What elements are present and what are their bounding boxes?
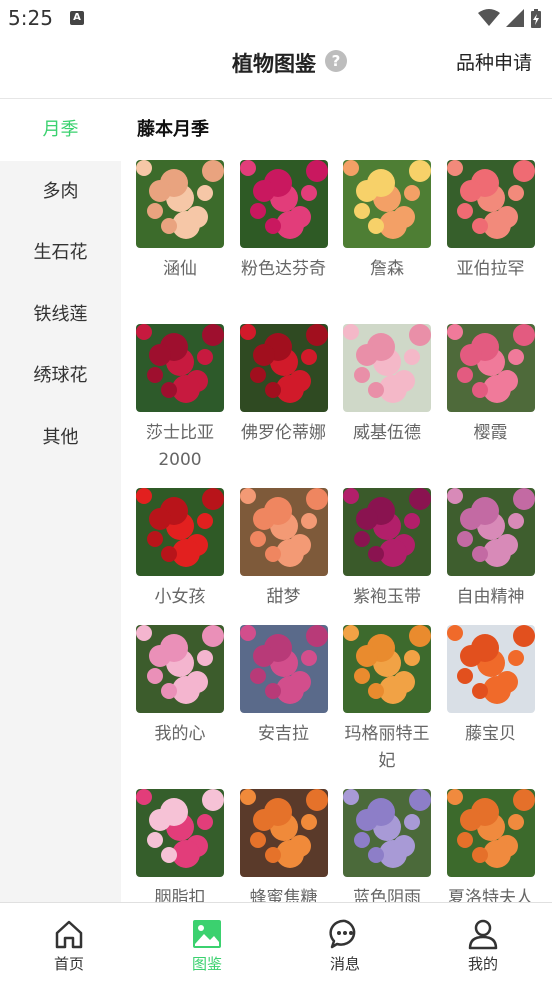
variety-card[interactable]: 佛罗伦蒂娜 bbox=[239, 324, 328, 488]
variety-photo bbox=[343, 324, 431, 412]
nav-label: 消息 bbox=[329, 955, 360, 973]
variety-name: 亚伯拉罕 bbox=[456, 259, 525, 279]
variety-photo bbox=[136, 324, 224, 412]
variety-card[interactable]: 威基伍德 bbox=[343, 324, 431, 488]
variety-card[interactable]: 小女孩 bbox=[136, 488, 224, 625]
variety-card[interactable]: 粉色达芬奇 bbox=[239, 160, 328, 324]
variety-name: 夏洛特夫人 bbox=[448, 888, 533, 902]
variety-grid: 涵仙 粉色达芬奇 詹森 亚伯拉罕莎士比亚2000 佛罗伦蒂娜 威基伍德 樱霞小女孩 甜梦 紫袍玉… bbox=[136, 160, 546, 902]
variety-photo bbox=[446, 160, 535, 248]
variety-card[interactable]: 蜂蜜焦糖 bbox=[239, 789, 328, 902]
sidebar-item-1[interactable]: 多肉 bbox=[0, 161, 121, 223]
sidebar-item-5[interactable]: 其他 bbox=[0, 407, 121, 469]
variety-content: 藤本月季 涵仙 粉色达芬奇 詹森 亚伯拉罕莎士比亚2000 佛罗伦蒂娜 威基伍德 樱霞小女孩… bbox=[121, 99, 552, 902]
variety-apply-button[interactable]: 品种申请 bbox=[456, 48, 532, 75]
nav-label: 我的 bbox=[467, 955, 498, 973]
variety-photo bbox=[239, 488, 328, 576]
page-title: 植物图鉴 bbox=[232, 52, 316, 76]
variety-name: 紫袍玉带 bbox=[353, 587, 421, 607]
variety-name: 蜂蜜焦糖 bbox=[249, 888, 318, 902]
variety-photo bbox=[343, 789, 431, 877]
variety-photo bbox=[136, 625, 224, 713]
variety-photo bbox=[239, 160, 328, 248]
sidebar-item-0[interactable]: 月季 bbox=[0, 99, 121, 161]
variety-name: 我的心 bbox=[154, 724, 206, 744]
variety-name: 佛罗伦蒂娜 bbox=[241, 423, 326, 443]
variety-card[interactable]: 樱霞 bbox=[446, 324, 535, 488]
sidebar-item-3[interactable]: 铁线莲 bbox=[0, 284, 121, 346]
chat-icon bbox=[329, 919, 356, 949]
variety-name: 樱霞 bbox=[473, 423, 508, 443]
variety-card[interactable]: 自由精神 bbox=[446, 488, 535, 625]
variety-photo bbox=[136, 488, 224, 576]
variety-name: 甜梦 bbox=[266, 587, 301, 607]
variety-card[interactable]: 安吉拉 bbox=[239, 625, 328, 789]
section-title: 藤本月季 bbox=[137, 119, 209, 140]
variety-name: 安吉拉 bbox=[258, 724, 309, 744]
variety-name: 詹森 bbox=[370, 259, 404, 279]
variety-photo bbox=[446, 488, 535, 576]
variety-card[interactable]: 藤宝贝 bbox=[446, 625, 535, 789]
nav-tab-2[interactable]: 消息 bbox=[276, 903, 414, 985]
variety-photo bbox=[446, 789, 535, 877]
sidebar-item-2[interactable]: 生石花 bbox=[0, 222, 121, 284]
wifi-icon bbox=[478, 9, 500, 26]
variety-name: 胭脂扣 bbox=[154, 888, 206, 902]
variety-photo bbox=[446, 625, 535, 713]
nav-tab-3[interactable]: 我的 bbox=[414, 903, 552, 985]
variety-card[interactable]: 夏洛特夫人 bbox=[446, 789, 535, 902]
variety-name: 涵仙 bbox=[163, 259, 197, 279]
variety-name: 小女孩 bbox=[154, 587, 206, 607]
variety-name: 自由精神 bbox=[456, 587, 525, 607]
variety-name: 莎士比亚2000 bbox=[146, 423, 214, 470]
variety-card[interactable]: 蓝色阴雨 bbox=[343, 789, 431, 902]
gallery-icon bbox=[193, 920, 221, 948]
signal-icon bbox=[506, 9, 524, 27]
variety-photo bbox=[343, 625, 431, 713]
battery-icon bbox=[531, 9, 541, 28]
help-icon[interactable]: ? bbox=[325, 50, 347, 72]
variety-photo bbox=[343, 488, 431, 576]
variety-name: 威基伍德 bbox=[353, 423, 421, 443]
sidebar-item-4[interactable]: 绣球花 bbox=[0, 345, 121, 407]
variety-card[interactable]: 亚伯拉罕 bbox=[446, 160, 535, 324]
variety-card[interactable]: 我的心 bbox=[136, 625, 224, 789]
variety-card[interactable]: 詹森 bbox=[343, 160, 431, 324]
variety-name: 藤宝贝 bbox=[465, 724, 516, 744]
nav-label: 图鉴 bbox=[191, 955, 222, 973]
nav-tab-0[interactable]: 首页 bbox=[0, 903, 138, 985]
notification-icon: A bbox=[70, 11, 84, 25]
variety-card[interactable]: 胭脂扣 bbox=[136, 789, 224, 902]
nav-label: 首页 bbox=[53, 955, 84, 973]
variety-name: 粉色达芬奇 bbox=[241, 259, 326, 279]
variety-name: 玛格丽特王妃 bbox=[344, 724, 430, 771]
category-sidebar: 月季 多肉 生石花 铁线莲 绣球花 其他 bbox=[0, 99, 121, 902]
variety-card[interactable]: 玛格丽特王妃 bbox=[343, 625, 431, 789]
variety-card[interactable]: 涵仙 bbox=[136, 160, 224, 324]
variety-photo bbox=[239, 789, 328, 877]
app-header: 植物图鉴 ? 品种申请 bbox=[0, 38, 552, 99]
variety-photo bbox=[136, 789, 224, 877]
variety-card[interactable]: 莎士比亚2000 bbox=[136, 324, 224, 488]
status-time: 5:25 bbox=[8, 6, 53, 30]
variety-name: 蓝色阴雨 bbox=[353, 888, 421, 902]
variety-card[interactable]: 甜梦 bbox=[239, 488, 328, 625]
home-icon bbox=[55, 920, 83, 949]
nav-tab-1[interactable]: 图鉴 bbox=[138, 903, 276, 985]
status-bar: 5:25 A bbox=[0, 0, 552, 38]
variety-photo bbox=[446, 324, 535, 412]
bottom-nav: 首页 图鉴 消息 我的 bbox=[0, 902, 552, 985]
user-icon bbox=[468, 919, 498, 950]
status-indicators bbox=[478, 8, 542, 28]
variety-photo bbox=[136, 160, 224, 248]
variety-photo bbox=[239, 324, 328, 412]
variety-card[interactable]: 紫袍玉带 bbox=[343, 488, 431, 625]
variety-photo bbox=[239, 625, 328, 713]
variety-photo bbox=[343, 160, 431, 248]
